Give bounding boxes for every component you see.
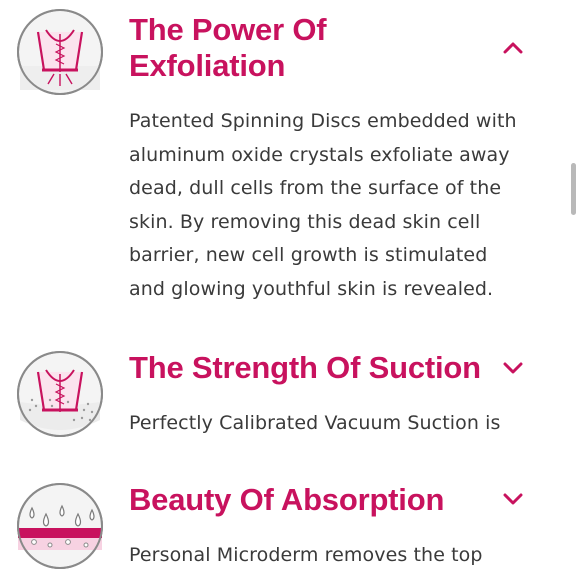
section-title-line1: Beauty Of Absorption — [129, 482, 445, 517]
section-title-exfoliation[interactable]: The Power Of Exfoliation — [129, 12, 327, 84]
section-title-absorption[interactable]: Beauty Of Absorption — [129, 482, 444, 518]
section-body-exfoliation: Patented Spinning Discs embedded with al… — [129, 105, 534, 306]
section-title-line1: The Power Of — [129, 12, 327, 47]
body-line: Perfectly Calibrated Vacuum Suction is — [129, 412, 501, 434]
body-line: barrier, new cell growth is stimulated — [129, 244, 488, 266]
absorption-icon — [16, 482, 104, 570]
section-title-line2: Exfoliation — [129, 48, 286, 83]
body-line: Personal Microderm removes the top — [129, 544, 483, 566]
section-title-suction[interactable]: The Strength Of Suction — [129, 350, 481, 386]
scrollbar-thumb[interactable] — [571, 163, 576, 215]
body-line: skin. By removing this dead skin cell — [129, 210, 481, 233]
chevron-up-icon[interactable] — [497, 32, 529, 64]
section-body-suction: Perfectly Calibrated Vacuum Suction is — [129, 407, 534, 441]
body-line: and glowing youthful skin is revealed. — [129, 277, 494, 300]
section-title-line1: The Strength Of Suction — [129, 350, 481, 385]
body-line: Patented Spinning Discs embedded with — [129, 110, 517, 132]
section-body-absorption: Personal Microderm removes the top — [129, 539, 534, 573]
body-line: dead, dull cells from the surface of the — [129, 177, 502, 199]
chevron-down-icon[interactable] — [497, 352, 529, 384]
body-line: aluminum oxide crystals exfoliate away — [129, 143, 510, 166]
chevron-down-icon[interactable] — [497, 483, 529, 515]
exfoliation-icon — [16, 8, 104, 96]
suction-icon — [16, 350, 104, 438]
